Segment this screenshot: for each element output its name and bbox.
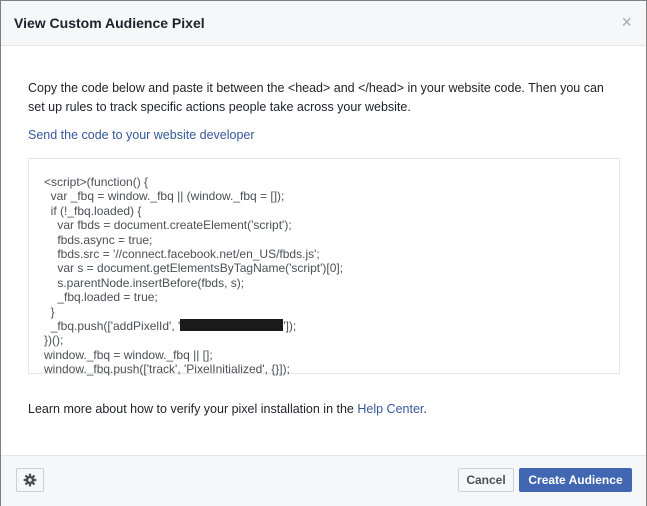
code-line: window._fbq.push(['track', 'PixelInitial…: [44, 362, 290, 377]
code-line: s.parentNode.insertBefore(fbds, s);: [44, 275, 245, 290]
settings-button[interactable]: [16, 468, 44, 492]
learn-more-text: Learn more about how to verify your pixe…: [28, 402, 427, 416]
code-line-push-prefix: _fbq.push(['addPixelId', ': [44, 319, 181, 334]
send-to-developer-link[interactable]: Send the code to your website developer: [28, 128, 255, 142]
code-line: }: [44, 304, 55, 319]
dialog-footer: Cancel Create Audience: [1, 455, 646, 506]
create-audience-button[interactable]: Create Audience: [519, 468, 632, 492]
instructions-text: Copy the code below and paste it between…: [28, 81, 604, 114]
close-icon[interactable]: ×: [621, 13, 632, 31]
code-line-push-suffix: ']);: [283, 319, 297, 334]
code-line: if (!_fbq.loaded) {: [44, 203, 142, 218]
code-line: window._fbq = window._fbq || [];: [44, 347, 213, 362]
pixel-code[interactable]: <script>(function() { var _fbq = window.…: [44, 175, 614, 377]
code-line: })();: [44, 333, 64, 348]
dialog-title: View Custom Audience Pixel: [14, 15, 205, 31]
code-line: var _fbq = window._fbq || (window._fbq =…: [44, 189, 285, 204]
learn-more-label: Learn more about how to verify your pixe…: [28, 402, 358, 416]
code-line: _fbq.loaded = true;: [44, 290, 158, 305]
code-line: var s = document.getElementsByTagName('s…: [44, 261, 344, 276]
code-line: var fbds = document.createElement('scrip…: [44, 218, 292, 233]
pixel-code-box[interactable]: <script>(function() { var _fbq = window.…: [28, 158, 620, 377]
code-line: fbds.async = true;: [44, 232, 153, 247]
code-line: <script>(function() {: [44, 175, 149, 189]
learn-more-end: .: [423, 402, 427, 416]
gear-icon: [23, 473, 37, 487]
cancel-button[interactable]: Cancel: [458, 468, 514, 492]
code-line: fbds.src = '//connect.facebook.net/en_US…: [44, 247, 320, 262]
custom-audience-pixel-dialog: View Custom Audience Pixel × Copy the co…: [0, 0, 647, 506]
dialog-header: View Custom Audience Pixel ×: [1, 1, 646, 46]
help-center-link[interactable]: Help Center: [357, 402, 423, 416]
redacted-pixel-id: [180, 319, 284, 332]
